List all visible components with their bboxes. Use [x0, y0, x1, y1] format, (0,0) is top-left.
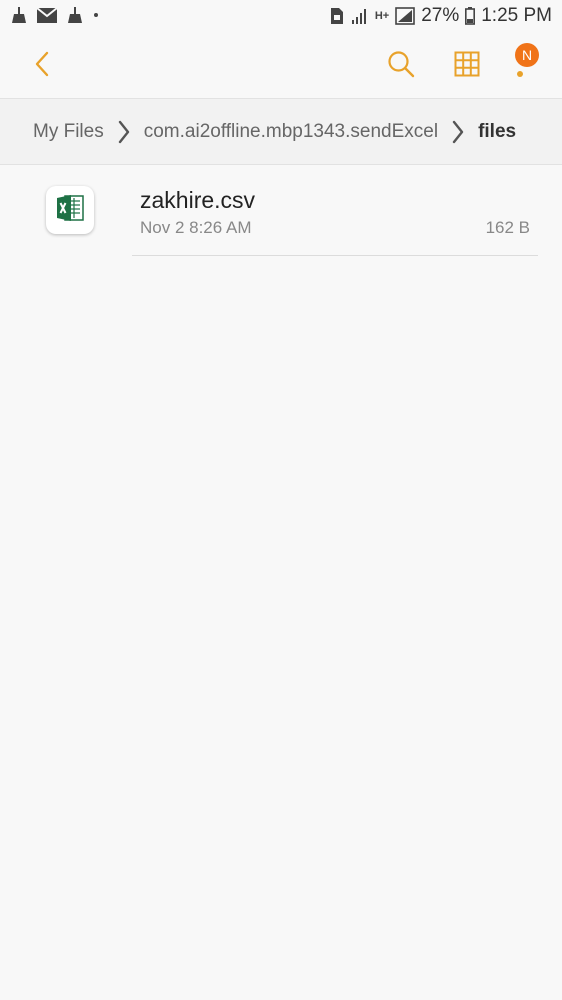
broom-icon	[10, 6, 28, 24]
file-date: Nov 2 8:26 AM	[140, 218, 252, 237]
signal-icon	[351, 7, 369, 25]
chevron-right-icon	[452, 120, 464, 144]
list-item[interactable]: zakhire.csv Nov 2 8:26 AM 162 B	[0, 165, 562, 257]
back-button[interactable]	[22, 48, 62, 84]
row-divider	[132, 255, 538, 256]
breadcrumb-item-package[interactable]: com.ai2offline.mbp1343.sendExcel	[144, 121, 438, 143]
mail-icon	[36, 6, 58, 24]
signal-strength-icon	[395, 7, 416, 25]
status-bar: H+ 27% 1:25 PM	[0, 0, 562, 34]
battery-percent: 27%	[421, 5, 460, 26]
grid-view-button[interactable]	[448, 48, 486, 84]
chevron-right-icon	[118, 120, 130, 144]
sim-icon	[329, 7, 345, 25]
search-button[interactable]	[382, 48, 420, 84]
network-type-label: H+	[374, 10, 390, 22]
excel-icon	[55, 193, 85, 228]
battery-icon	[465, 7, 476, 25]
file-size: 162 B	[485, 218, 530, 237]
breadcrumb: My Files com.ai2offline.mbp1343.sendExce…	[0, 99, 562, 164]
chevron-left-icon	[34, 51, 50, 82]
file-thumbnail	[46, 186, 94, 234]
search-icon	[387, 50, 415, 83]
clock: 1:25 PM	[481, 5, 552, 26]
grid-icon	[454, 51, 480, 82]
toolbar: N	[0, 34, 562, 98]
file-name: zakhire.csv	[140, 187, 256, 213]
notification-badge: N	[515, 43, 539, 67]
broom-icon	[66, 6, 84, 24]
dot-icon	[92, 11, 100, 19]
breadcrumb-item-files[interactable]: files	[478, 121, 516, 143]
breadcrumb-item-my-files[interactable]: My Files	[33, 121, 104, 143]
